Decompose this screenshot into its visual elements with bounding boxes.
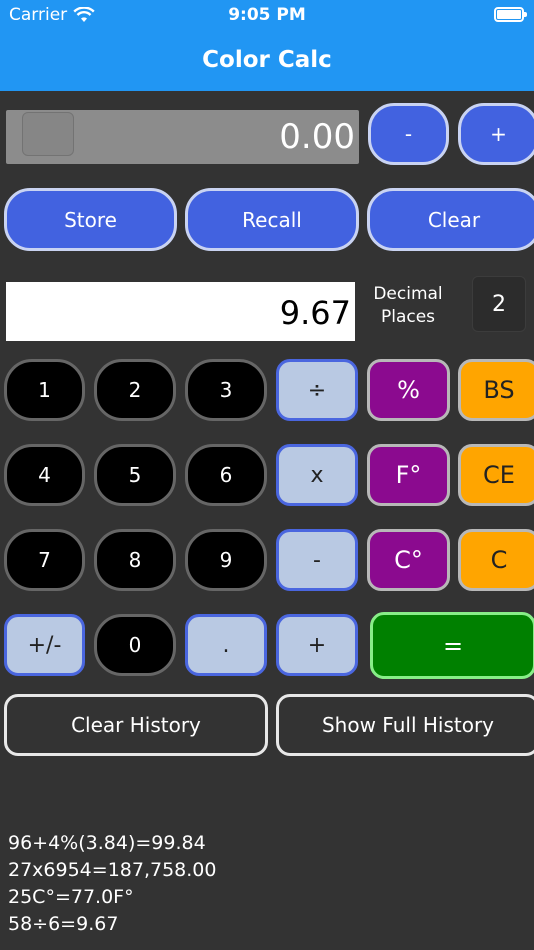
key-5[interactable]: 5 bbox=[94, 444, 176, 506]
key-0[interactable]: 0 bbox=[94, 614, 176, 676]
battery-icon bbox=[494, 7, 527, 22]
clear-history-button[interactable]: Clear History bbox=[4, 694, 268, 756]
key-4[interactable]: 4 bbox=[4, 444, 85, 506]
clock: 9:05 PM bbox=[228, 5, 306, 25]
key-divide[interactable]: ÷ bbox=[276, 359, 358, 421]
key-backspace[interactable]: BS bbox=[458, 359, 534, 421]
key-equals[interactable]: = bbox=[370, 612, 534, 679]
store-button[interactable]: Store bbox=[4, 188, 177, 251]
nav-title: Color Calc bbox=[0, 30, 534, 91]
history-list: 96+4%(3.84)=99.84 27x6954=187,758.00 25C… bbox=[8, 830, 216, 938]
history-entry: 27x6954=187,758.00 bbox=[8, 859, 217, 881]
main-display: 0.00 bbox=[6, 110, 359, 164]
key-1[interactable]: 1 bbox=[4, 359, 85, 421]
key-celsius[interactable]: C° bbox=[367, 529, 450, 591]
memory-plus-button[interactable]: + bbox=[458, 103, 534, 165]
key-3[interactable]: 3 bbox=[185, 359, 267, 421]
history-entry: 25C°=77.0F° bbox=[8, 886, 134, 908]
key-add[interactable]: + bbox=[276, 614, 358, 676]
key-2[interactable]: 2 bbox=[94, 359, 176, 421]
color-swatch[interactable] bbox=[22, 112, 74, 156]
decimal-places-field[interactable]: 2 bbox=[472, 276, 526, 332]
input-field[interactable]: 9.67 bbox=[6, 282, 355, 341]
key-8[interactable]: 8 bbox=[94, 529, 176, 591]
key-fahrenheit[interactable]: F° bbox=[367, 444, 450, 506]
display-value: 0.00 bbox=[279, 117, 355, 157]
input-value: 9.67 bbox=[279, 294, 351, 332]
history-entry: 96+4%(3.84)=99.84 bbox=[8, 832, 206, 854]
key-9[interactable]: 9 bbox=[185, 529, 267, 591]
key-7[interactable]: 7 bbox=[4, 529, 85, 591]
decimal-places-label: Decimal Places bbox=[366, 283, 450, 329]
key-negate[interactable]: +/- bbox=[4, 614, 85, 676]
key-multiply[interactable]: x bbox=[276, 444, 358, 506]
recall-button[interactable]: Recall bbox=[185, 188, 359, 251]
status-bar: Carrier 9:05 PM bbox=[0, 0, 534, 30]
clear-button[interactable]: Clear bbox=[367, 188, 534, 251]
key-percent[interactable]: % bbox=[367, 359, 450, 421]
memory-minus-button[interactable]: - bbox=[368, 103, 449, 165]
key-6[interactable]: 6 bbox=[185, 444, 267, 506]
show-full-history-button[interactable]: Show Full History bbox=[276, 694, 534, 756]
decimal-label-line2: Places bbox=[380, 307, 436, 327]
history-entry: 58÷6=9.67 bbox=[8, 913, 119, 935]
key-decimal-point[interactable]: . bbox=[185, 614, 267, 676]
key-subtract[interactable]: - bbox=[276, 529, 358, 591]
key-clear[interactable]: C bbox=[458, 529, 534, 591]
key-clear-entry[interactable]: CE bbox=[458, 444, 534, 506]
decimal-label-line1: Decimal bbox=[373, 284, 443, 304]
